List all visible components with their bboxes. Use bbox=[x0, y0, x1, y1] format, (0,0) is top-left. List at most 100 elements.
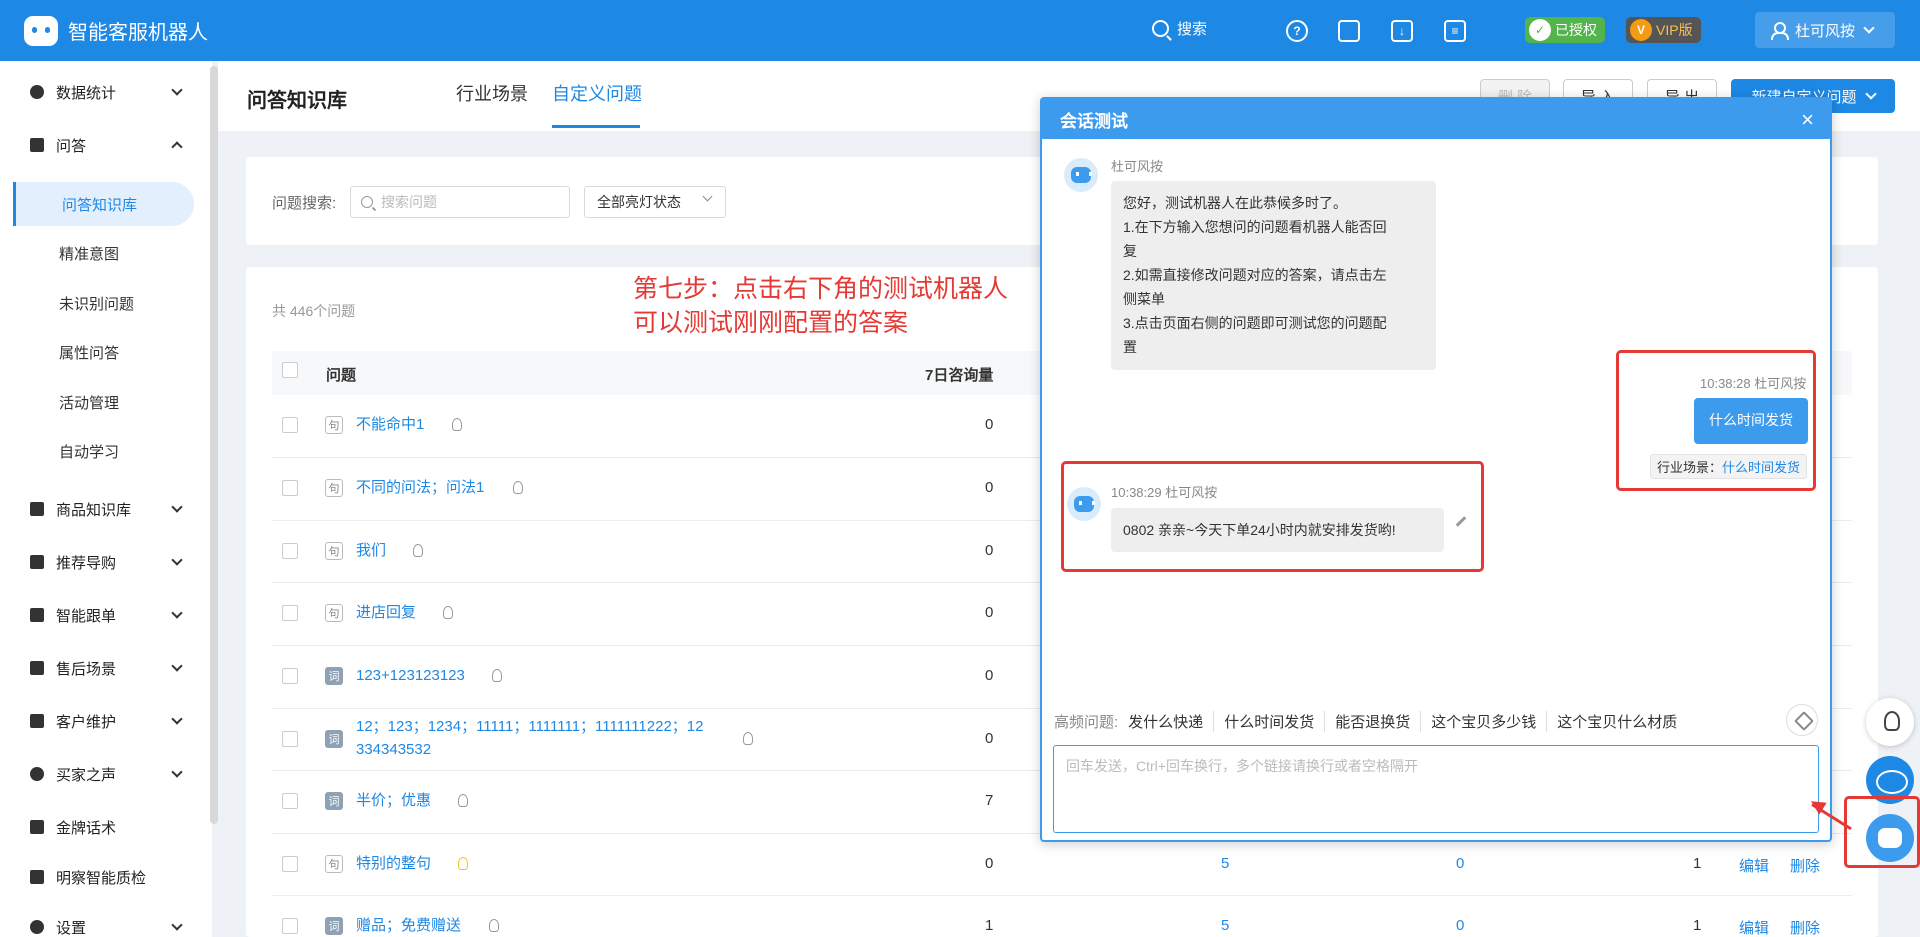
delete-link[interactable]: 删除 bbox=[1790, 917, 1820, 937]
chat-input[interactable]: 回车发送，Ctrl+回车换行，多个链接请换行或者空格隔开 bbox=[1053, 745, 1819, 833]
col4-value[interactable]: 0 bbox=[1456, 917, 1464, 934]
sidebar-sub-qa-kb[interactable]: 问答知识库 bbox=[13, 182, 194, 226]
sidebar-item-product-kb[interactable]: 商品知识库 bbox=[0, 489, 205, 529]
sidebar-sub-autolearn[interactable]: 自动学习 bbox=[0, 429, 205, 473]
bulb-icon[interactable] bbox=[513, 481, 523, 494]
sidebar-item-customer[interactable]: 客户维护 bbox=[0, 701, 205, 741]
question-link[interactable]: 不能命中1 bbox=[356, 415, 424, 435]
sidebar-item-qa[interactable]: 问答 bbox=[0, 125, 205, 165]
question-link[interactable]: 赠品；免费赠送 bbox=[356, 916, 461, 936]
sidebar-item-buyer-voice[interactable]: 买家之声 bbox=[0, 754, 205, 794]
row-checkbox[interactable] bbox=[282, 480, 298, 496]
faq-item[interactable]: 能否退换货 bbox=[1335, 711, 1422, 732]
faq-label: 高频问题: bbox=[1054, 714, 1119, 731]
sidebar-item-aftersale[interactable]: 售后场景 bbox=[0, 648, 205, 688]
sidebar-item-gold-script[interactable]: 金牌话术 bbox=[0, 807, 205, 847]
sidebar-scrollbar[interactable] bbox=[210, 66, 218, 824]
row-checkbox[interactable] bbox=[282, 793, 298, 809]
header-question: 问题 bbox=[326, 367, 357, 384]
close-icon[interactable]: × bbox=[1801, 107, 1814, 133]
download-icon[interactable]: ↓ bbox=[1391, 20, 1413, 42]
top-search-button[interactable]: 搜索 bbox=[1152, 18, 1207, 39]
row-checkbox[interactable] bbox=[282, 543, 298, 559]
row-checkbox[interactable] bbox=[282, 731, 298, 747]
row-checkbox[interactable] bbox=[282, 668, 298, 684]
app-logo[interactable]: 智能客服机器人 bbox=[24, 15, 208, 46]
header-consult: 7日咨询量 bbox=[925, 367, 994, 384]
question-search-input[interactable]: 搜索问题 bbox=[350, 186, 570, 218]
question-link[interactable]: 半价；优惠 bbox=[356, 791, 431, 811]
consult-count: 0 bbox=[985, 855, 994, 872]
question-link[interactable]: 进店回复 bbox=[356, 603, 416, 623]
row-checkbox[interactable] bbox=[282, 856, 298, 872]
sidebar-item-qc[interactable]: 明察智能质检 bbox=[0, 857, 205, 897]
bulb-icon[interactable] bbox=[458, 794, 468, 807]
sidebar-item-data-stats[interactable]: 数据统计 bbox=[0, 72, 205, 112]
chevron-down-icon bbox=[171, 84, 183, 96]
consult-count: 0 bbox=[985, 604, 994, 621]
question-link[interactable]: 12；123；1234；11111；1111111；1111111222；12 bbox=[356, 717, 703, 737]
sidebar-sub-unrecognized[interactable]: 未识别问题 bbox=[0, 281, 205, 325]
sidebar-item-settings[interactable]: 设置 bbox=[0, 907, 205, 937]
row-divider bbox=[272, 895, 1852, 896]
annotation-line-1: 第七步：点击右下角的测试机器人 bbox=[633, 275, 1009, 303]
help-icon[interactable]: ? bbox=[1286, 20, 1308, 42]
select-all-checkbox[interactable] bbox=[282, 362, 298, 378]
authorized-badge[interactable]: ✓ 已授权 bbox=[1525, 17, 1605, 43]
vip-badge[interactable]: V VIP版 bbox=[1626, 17, 1701, 43]
lit-bulb-icon[interactable] bbox=[458, 857, 468, 870]
bulb-icon[interactable] bbox=[413, 544, 423, 557]
tab-active-indicator bbox=[552, 125, 640, 128]
delete-link[interactable]: 删除 bbox=[1790, 855, 1820, 876]
tips-bulb-button[interactable] bbox=[1866, 698, 1914, 746]
faq-item[interactable]: 这个宝贝什么材质 bbox=[1557, 711, 1687, 732]
bot-avatar bbox=[1064, 158, 1098, 192]
faq-item[interactable]: 发什么快递 bbox=[1128, 711, 1215, 732]
welcome-line: 1.在下方输入您想问的问题看机器人能否回 bbox=[1123, 219, 1387, 235]
row-checkbox[interactable] bbox=[282, 605, 298, 621]
sentence-tag: 句 bbox=[325, 855, 343, 873]
question-link[interactable]: 123+123123123 bbox=[356, 666, 465, 686]
col3-value[interactable]: 5 bbox=[1221, 917, 1229, 934]
word-tag: 词 bbox=[325, 667, 343, 685]
row-checkbox[interactable] bbox=[282, 417, 298, 433]
sidebar-item-recommend[interactable]: 推荐导购 bbox=[0, 542, 205, 582]
document-icon[interactable]: ≡ bbox=[1444, 20, 1466, 42]
status-select[interactable]: 全部亮灯状态 bbox=[584, 186, 726, 218]
col4-value[interactable]: 0 bbox=[1456, 855, 1464, 872]
mail-icon[interactable] bbox=[1338, 20, 1360, 42]
voice-icon bbox=[30, 767, 44, 781]
monitor-icon bbox=[30, 870, 44, 884]
bulb-icon[interactable] bbox=[743, 732, 753, 745]
sidebar-item-label: 买家之声 bbox=[56, 766, 117, 784]
sidebar-sub-activity[interactable]: 活动管理 bbox=[0, 380, 205, 424]
sidebar-item-follow[interactable]: 智能跟单 bbox=[0, 595, 205, 635]
user-name: 杜可风按 bbox=[1795, 22, 1856, 40]
question-link[interactable]: 我们 bbox=[356, 541, 386, 561]
sidebar-sub-intent[interactable]: 精准意图 bbox=[0, 231, 205, 275]
welcome-line: 2.如需直接修改问题对应的答案，请点击左 bbox=[1123, 267, 1387, 283]
col3-value[interactable]: 5 bbox=[1221, 855, 1229, 872]
faq-item[interactable]: 什么时间发货 bbox=[1224, 711, 1326, 732]
edit-link[interactable]: 编辑 bbox=[1739, 855, 1769, 876]
row-checkbox[interactable] bbox=[282, 918, 298, 934]
clear-chat-icon[interactable] bbox=[1786, 704, 1818, 736]
edit-link[interactable]: 编辑 bbox=[1739, 917, 1769, 937]
bulb-icon[interactable] bbox=[443, 606, 453, 619]
sidebar-item-label: 问答 bbox=[56, 137, 87, 155]
bulb-icon[interactable] bbox=[489, 919, 499, 932]
bulb-icon[interactable] bbox=[452, 418, 462, 431]
faq-item[interactable]: 这个宝贝多少钱 bbox=[1431, 711, 1548, 732]
question-link[interactable]: 不同的问法；问法1 bbox=[356, 478, 484, 498]
user-menu[interactable]: 杜可风按 bbox=[1755, 12, 1895, 48]
sentence-tag: 句 bbox=[325, 604, 343, 622]
word-tag: 词 bbox=[325, 917, 343, 935]
question-link[interactable]: 特别的整句 bbox=[356, 854, 431, 874]
sidebar-sub-attribute[interactable]: 属性问答 bbox=[0, 330, 205, 374]
question-link-cont[interactable]: 334343532 bbox=[356, 740, 431, 760]
search-icon bbox=[361, 196, 373, 208]
tab-custom[interactable]: 自定义问题 bbox=[552, 80, 642, 106]
search-icon bbox=[1152, 20, 1169, 37]
bulb-icon[interactable] bbox=[492, 669, 502, 682]
tab-industry[interactable]: 行业场景 bbox=[456, 80, 528, 106]
